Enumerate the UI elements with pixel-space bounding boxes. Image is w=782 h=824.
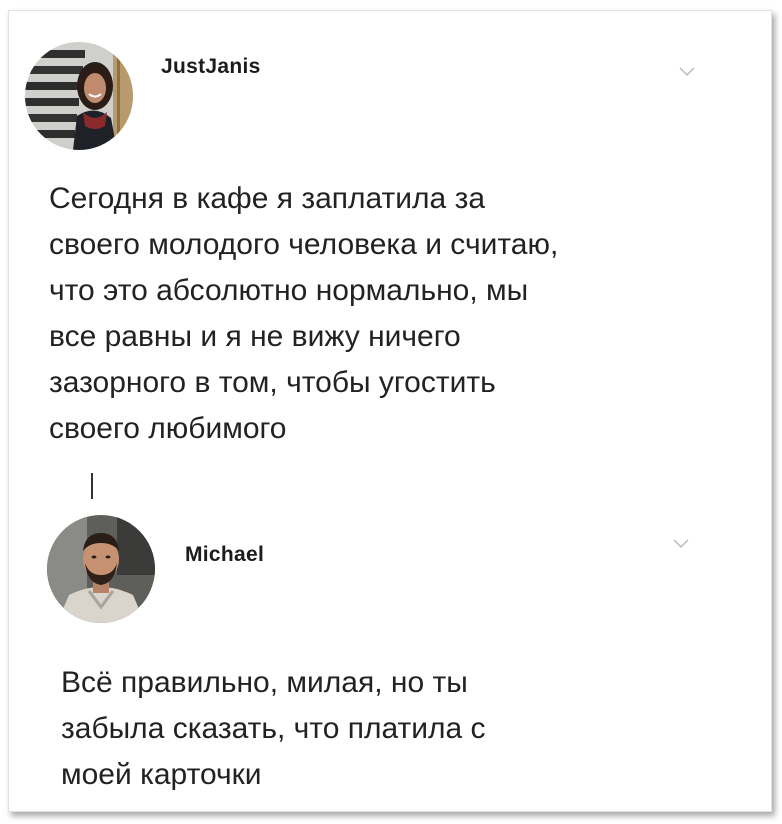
post-text-justjanis: Сегодня в кафе я заплатила за своего мол… [49,182,559,445]
chevron-down-icon[interactable] [673,539,689,549]
woman-portrait-icon [25,42,133,150]
thread-connector-line [91,473,93,499]
username-michael[interactable]: Michael [185,543,264,567]
chevron-down-icon[interactable] [679,67,695,77]
post-text-michael: Всё правильно, милая, но ты забыла сказа… [61,666,486,791]
screenshot-frame: JustJanis Сегодня в кафе я заплатила за … [8,10,772,812]
avatar-justjanis[interactable] [25,42,133,150]
username-justjanis[interactable]: JustJanis [161,55,261,79]
avatar-michael[interactable] [47,515,155,623]
man-portrait-icon [47,515,155,623]
